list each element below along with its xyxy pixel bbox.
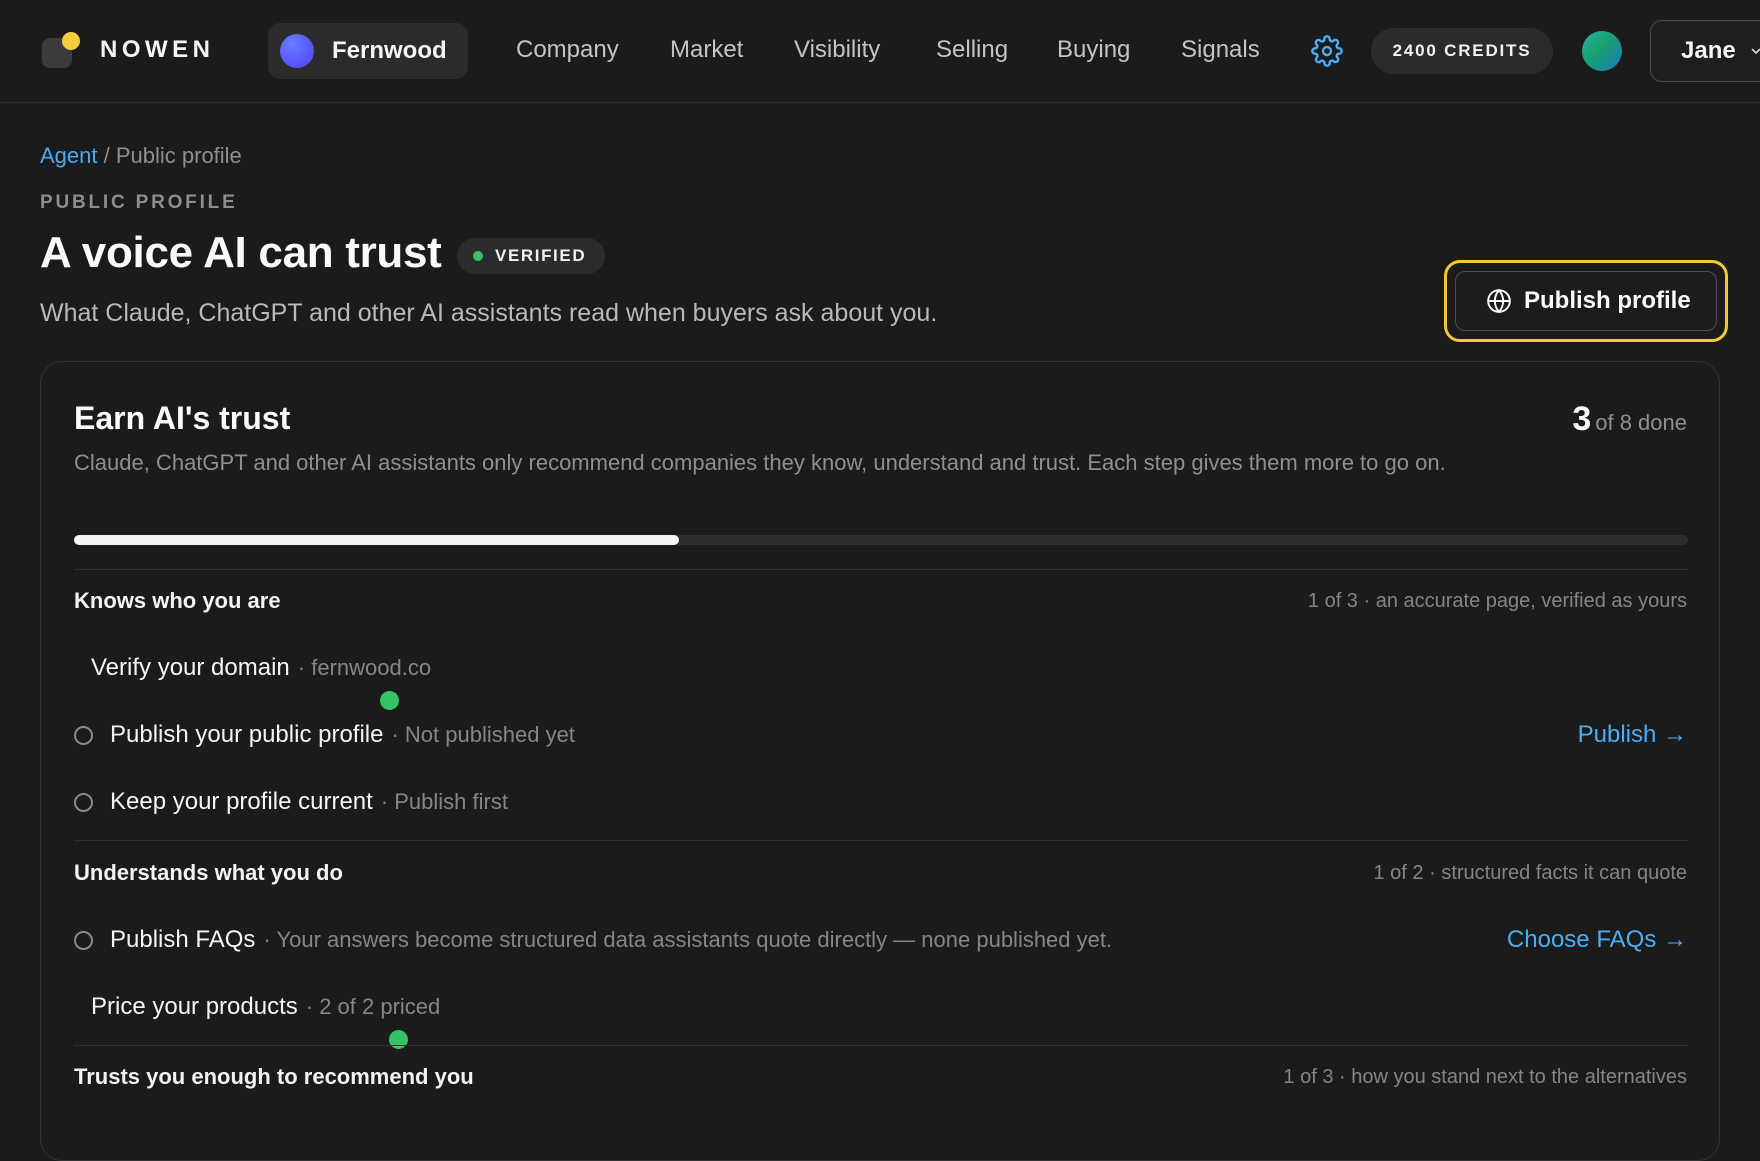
progress-fill <box>74 535 680 545</box>
verified-badge: VERIFIED <box>457 238 605 274</box>
step-price-products[interactable]: Price your products · 2 of 2 priced <box>74 992 441 1049</box>
section-meta: 1 of 3 · how you stand next to the alter… <box>1283 1066 1687 1088</box>
progress-bar <box>74 535 1688 545</box>
step-detail: · 2 of 2 priced <box>305 994 441 1019</box>
verified-badge-label: VERIFIED <box>495 246 587 265</box>
publish-focus-ring: Publish profile <box>1444 260 1728 342</box>
chevron-down-icon <box>1751 48 1760 55</box>
gear-icon[interactable] <box>1311 35 1343 67</box>
nav-link-company[interactable]: Company <box>516 36 619 64</box>
status-dot-icon <box>473 251 483 261</box>
nav-link-visibility[interactable]: Visibility <box>794 36 880 64</box>
page-eyebrow: PUBLIC PROFILE <box>40 192 238 213</box>
avatar[interactable] <box>1582 31 1622 71</box>
user-menu-button[interactable]: Jane <box>1650 20 1760 82</box>
step-label: Keep your profile current <box>110 788 373 815</box>
divider <box>74 840 1688 841</box>
breadcrumb-separator: / <box>97 143 116 168</box>
nav-link-selling[interactable]: Selling <box>936 36 1008 64</box>
brand-name[interactable]: NOWEN <box>100 36 215 64</box>
divider <box>74 1045 1688 1046</box>
step-todo-icon <box>74 930 93 950</box>
publish-profile-label: Publish profile <box>1524 287 1691 314</box>
workspace-switcher[interactable]: Fernwood <box>268 23 468 79</box>
done-count: 3 <box>1572 400 1592 438</box>
step-todo-icon <box>74 792 93 812</box>
breadcrumb-current: Public profile <box>115 143 242 168</box>
section-title: Understands what you do <box>74 860 343 885</box>
section-title: Knows who you are <box>74 588 281 613</box>
page-title: A voice AI can trust <box>40 228 442 277</box>
step-publish-profile[interactable]: Publish your public profile · Not publis… <box>74 720 575 750</box>
publish-link[interactable]: Publish → <box>1578 721 1687 749</box>
step-todo-icon <box>74 725 93 745</box>
step-detail: · fernwood.co <box>297 655 432 680</box>
step-done-icon <box>380 691 400 710</box>
done-counter: 3 of 8 done <box>1572 400 1687 439</box>
choose-faqs-link[interactable]: Choose FAQs → <box>1507 926 1687 954</box>
trust-card: Earn AI's trust 3 of 8 done Claude, ChatG… <box>40 361 1720 1161</box>
card-title: Earn AI's trust <box>74 400 291 436</box>
step-detail: · Not published yet <box>391 722 575 747</box>
step-verify-domain[interactable]: Verify your domain · fernwood.co <box>74 653 432 710</box>
nav-link-market[interactable]: Market <box>670 36 743 64</box>
breadcrumb: Agent / Public profile <box>40 143 242 169</box>
top-nav: NOWEN Fernwood Company Market Visibility… <box>0 0 1760 103</box>
section-title: Trusts you enough to recommend you <box>74 1064 474 1089</box>
step-label: Verify your domain <box>91 654 290 681</box>
step-detail: · Your answers become structured data as… <box>263 927 1113 952</box>
step-label: Publish FAQs <box>110 926 256 953</box>
breadcrumb-agent-link[interactable]: Agent <box>40 143 98 168</box>
step-label: Price your products <box>91 993 298 1020</box>
logo-icon[interactable] <box>42 30 82 70</box>
globe-icon <box>1487 288 1511 314</box>
step-publish-faqs[interactable]: Publish FAQs · Your answers become struc… <box>74 925 1112 955</box>
step-detail: · Publish first <box>380 789 508 814</box>
step-done-icon <box>389 1030 409 1049</box>
section-meta: 1 of 3 · an accurate page, verified as y… <box>1307 590 1687 612</box>
user-name: Jane <box>1681 37 1736 64</box>
credits-badge[interactable]: 2400 CREDITS <box>1371 28 1553 74</box>
nav-link-buying[interactable]: Buying <box>1057 36 1130 64</box>
divider <box>74 569 1688 570</box>
page-subtitle: What Claude, ChatGPT and other AI assist… <box>40 299 938 327</box>
workspace-name: Fernwood <box>332 37 447 64</box>
publish-profile-button[interactable]: Publish profile <box>1455 271 1717 331</box>
nav-link-signals[interactable]: Signals <box>1181 36 1260 64</box>
step-label: Publish your public profile <box>110 721 384 748</box>
done-suffix: of 8 done <box>1595 410 1687 435</box>
section-meta: 1 of 2 · structured facts it can quote <box>1373 862 1688 884</box>
step-keep-current[interactable]: Keep your profile current · Publish firs… <box>74 787 508 817</box>
card-description: Claude, ChatGPT and other AI assistants … <box>74 450 1446 475</box>
workspace-avatar <box>280 34 314 68</box>
